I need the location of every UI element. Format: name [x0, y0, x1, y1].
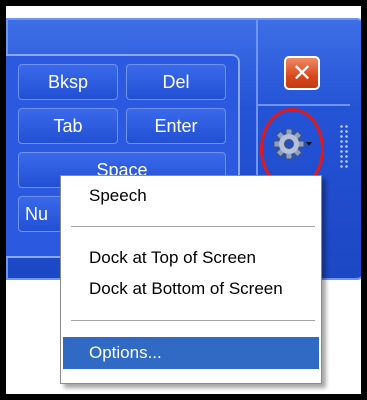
- menu-item-speech[interactable]: Speech: [63, 180, 319, 212]
- close-icon: ✕: [291, 59, 313, 87]
- button-divider: [258, 104, 350, 106]
- menu-separator: [71, 320, 315, 321]
- screenshot-frame: Bksp Del Tab Enter Space Nu ✕ Speech Doc…: [6, 6, 361, 394]
- key-delete[interactable]: Del: [126, 64, 226, 100]
- menu-item-dock-top[interactable]: Dock at Top of Screen: [63, 242, 319, 274]
- menu-item-dock-bottom[interactable]: Dock at Bottom of Screen: [63, 273, 319, 305]
- key-tab[interactable]: Tab: [18, 108, 118, 144]
- settings-context-menu: Speech Dock at Top of Screen Dock at Bot…: [60, 175, 322, 384]
- menu-item-options[interactable]: Options...: [63, 337, 319, 369]
- drag-grip-handle[interactable]: [339, 124, 349, 170]
- key-enter[interactable]: Enter: [126, 108, 226, 144]
- close-button[interactable]: ✕: [284, 56, 320, 90]
- key-backspace[interactable]: Bksp: [18, 64, 118, 100]
- menu-separator: [71, 226, 315, 227]
